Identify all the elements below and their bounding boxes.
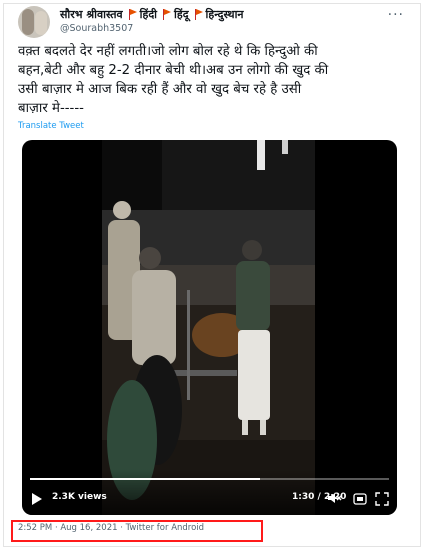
flag-icon	[194, 9, 204, 20]
author-name-row[interactable]: सौरभ श्रीवास्तव हिंदी हिंदू हिन्दुस्थान	[60, 7, 244, 22]
volume-icon[interactable]	[326, 490, 342, 506]
play-icon[interactable]	[32, 493, 42, 505]
view-count: 2.3K views	[52, 492, 107, 502]
progress-fill	[30, 478, 260, 480]
video-player[interactable]: 2.3K views 1:30 / 2:20	[22, 140, 397, 515]
author-badge-3: हिन्दुस्थान	[205, 8, 244, 21]
timestamp-highlight-box	[11, 520, 263, 542]
author-handle[interactable]: @Sourabh3507	[60, 23, 133, 34]
more-icon[interactable]: ···	[388, 8, 404, 22]
tweet-text-line: वक़्त बदलते देर नहीं लगती।जो लोग बोल रहे…	[18, 44, 318, 59]
expand-icon[interactable]	[374, 491, 390, 507]
author-badge-2: हिंदू	[174, 8, 189, 21]
author-display-name[interactable]: सौरभ श्रीवास्तव	[60, 7, 123, 22]
flag-icon	[128, 9, 138, 20]
video-controls: 2.3K views 1:30 / 2:20	[22, 485, 397, 515]
progress-track[interactable]	[30, 478, 389, 480]
video-frame[interactable]	[102, 140, 315, 515]
tweet-text-line: बाज़ार मे-----	[18, 101, 84, 116]
video-thumbnail	[102, 140, 315, 515]
translate-tweet-link[interactable]: Translate Tweet	[18, 121, 84, 131]
avatar[interactable]	[18, 6, 50, 38]
flag-icon	[163, 9, 172, 20]
tweet-text-line: बहन,बेटी और बहु 2-2 दीनार बेची थी।अब उन …	[18, 63, 329, 78]
tweet-header: सौरभ श्रीवास्तव हिंदी हिंदू हिन्दुस्थान …	[18, 6, 408, 42]
tweet-text-line: उसी बाज़ार मे आज बिक रही हैं और वो खुद ब…	[18, 82, 302, 97]
author-badge-1: हिंदी	[139, 8, 158, 21]
gif-icon[interactable]	[352, 491, 368, 507]
tweet-text: वक़्त बदलते देर नहीं लगती।जो लोग बोल रहे…	[18, 42, 406, 118]
